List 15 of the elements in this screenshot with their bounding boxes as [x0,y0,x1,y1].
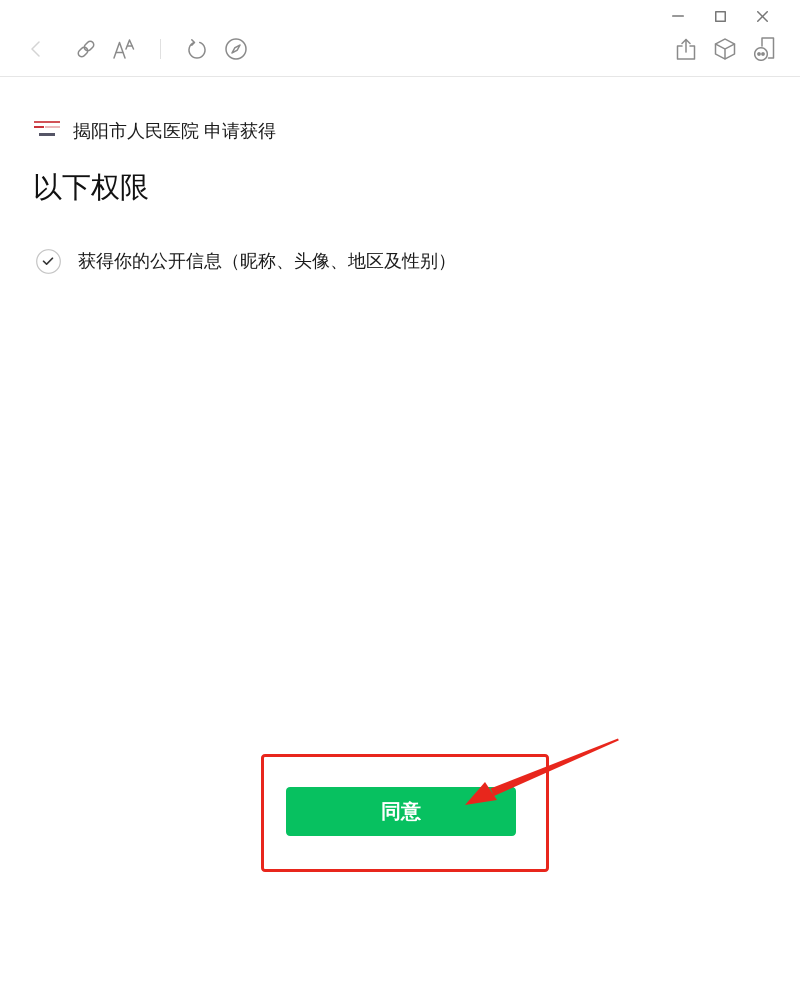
compass-icon [225,38,247,60]
close-icon [756,10,768,22]
agree-button[interactable]: 同意 [286,787,516,836]
minimize-icon [672,15,684,17]
request-heading: 揭阳市人民医院 申请获得 [73,120,276,143]
maximize-icon [714,10,726,22]
frame-dots-icon [753,37,775,61]
link-icon [76,39,96,59]
share-icon [676,38,696,60]
permission-label: 获得你的公开信息（昵称、头像、地区及性别） [78,250,456,273]
cube-icon [714,38,736,60]
page-title: 以下权限 [33,171,149,206]
refresh-icon [186,38,208,60]
font-size-icon [113,39,135,59]
checkbox[interactable] [36,248,61,274]
